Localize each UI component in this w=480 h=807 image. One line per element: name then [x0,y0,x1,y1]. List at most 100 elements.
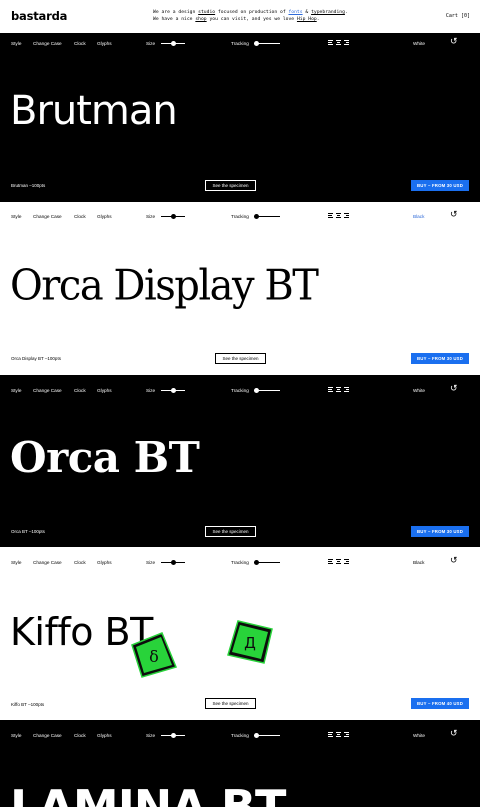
see-specimen-button[interactable]: See the specimen [205,698,256,709]
fonts-link[interactable]: fonts [288,10,302,15]
align-left-icon[interactable] [328,213,333,219]
alignment-controls [328,213,352,231]
glyphs-button[interactable]: Glyphs [97,733,112,738]
style-button[interactable]: Style [11,41,21,46]
buy-button[interactable]: BUY – FROM 30 USD [411,353,469,364]
size-slider[interactable] [161,214,185,219]
glyphs-button[interactable]: Glyphs [97,560,112,565]
align-left-icon[interactable] [328,559,333,565]
size-slider-handle[interactable] [171,733,176,738]
tagline-text: . [344,10,348,15]
reset-icon[interactable]: ↺ [450,37,458,46]
see-specimen-button[interactable]: See the specimen [215,353,266,364]
align-left-icon[interactable] [328,40,333,46]
buy-button[interactable]: BUY – FROM 40 USD [411,698,469,709]
align-right-icon[interactable] [344,40,349,46]
see-specimen-button[interactable]: See the specimen [205,526,256,537]
glyphs-button[interactable]: Glyphs [97,388,112,393]
tracking-slider-handle[interactable] [254,388,259,393]
change-case-button[interactable]: Change Case [33,41,62,46]
clock-button[interactable]: Clock [74,41,86,46]
size-label: Size [146,388,156,393]
tagline-text: you can visit, and yes we love [206,17,297,22]
cart-link[interactable]: Cart [0] [446,13,470,19]
font-specimen[interactable]: Orca Display BT [10,265,319,307]
shop-link[interactable]: shop [195,17,206,22]
typebranding-link[interactable]: typebranding [311,10,345,15]
align-right-icon[interactable] [344,213,349,219]
theme-toggle[interactable]: White [413,388,425,393]
reset-icon[interactable]: ↺ [450,210,458,219]
font-toolbar: Style Change Case Clock Glyphs Size Trac… [0,552,480,572]
clock-button[interactable]: Clock [74,733,86,738]
glyph-badge-delta: δ [131,632,178,678]
tracking-slider[interactable] [254,388,280,393]
glyphs-button[interactable]: Glyphs [97,214,112,219]
size-slider-handle[interactable] [171,560,176,565]
tracking-slider[interactable] [254,214,280,219]
clock-button[interactable]: Clock [74,560,86,565]
size-slider-handle[interactable] [171,388,176,393]
size-slider[interactable] [161,733,185,738]
align-right-icon[interactable] [344,387,349,393]
size-slider[interactable] [161,560,185,565]
specimen-caption: Orca Display BT –100pts [11,356,61,361]
hip-hop-link[interactable]: Hip Hop [297,17,317,22]
theme-toggle[interactable]: Black [413,560,424,565]
glyphs-button[interactable]: Glyphs [97,41,112,46]
size-slider[interactable] [161,41,185,46]
tracking-slider[interactable] [254,733,280,738]
size-label: Size [146,733,156,738]
style-button[interactable]: Style [11,388,21,393]
align-center-icon[interactable] [336,40,341,46]
see-specimen-button[interactable]: See the specimen [205,180,256,191]
clock-button[interactable]: Clock [74,214,86,219]
site-header: bastarda We are a design studio focused … [0,0,480,33]
change-case-button[interactable]: Change Case [33,560,62,565]
theme-toggle[interactable]: White [413,733,425,738]
specimen-caption: Kiffo BT –100pts [11,702,45,707]
align-left-icon[interactable] [328,387,333,393]
tracking-label: Tracking [231,560,249,565]
style-button[interactable]: Style [11,214,21,219]
align-left-icon[interactable] [328,732,333,738]
tracking-slider[interactable] [254,41,280,46]
clock-button[interactable]: Clock [74,388,86,393]
tracking-slider-handle[interactable] [254,41,259,46]
font-specimen[interactable]: LAMINA BT [10,784,286,807]
tracking-slider-handle[interactable] [254,733,259,738]
alignment-controls [328,40,352,58]
style-button[interactable]: Style [11,560,21,565]
buy-button[interactable]: BUY – FROM 30 USD [411,526,469,537]
font-toolbar: Style Change Case Clock Glyphs Size Trac… [0,725,480,745]
tagline-text: & [302,10,312,15]
size-slider-handle[interactable] [171,41,176,46]
theme-toggle[interactable]: Black [413,214,424,219]
buy-button[interactable]: BUY – FROM 30 USD [411,180,469,191]
align-center-icon[interactable] [336,387,341,393]
reset-icon[interactable]: ↺ [450,384,458,393]
tracking-slider-handle[interactable] [254,214,259,219]
align-center-icon[interactable] [336,559,341,565]
size-slider-handle[interactable] [171,214,176,219]
font-specimen[interactable]: Orca BT [10,437,200,479]
alignment-controls [328,732,352,750]
size-slider[interactable] [161,388,185,393]
align-center-icon[interactable] [336,213,341,219]
align-center-icon[interactable] [336,732,341,738]
reset-icon[interactable]: ↺ [450,556,458,565]
change-case-button[interactable]: Change Case [33,214,62,219]
theme-toggle[interactable]: White [413,41,425,46]
change-case-button[interactable]: Change Case [33,733,62,738]
align-right-icon[interactable] [344,559,349,565]
studio-link[interactable]: studio [198,10,215,15]
size-label: Size [146,214,156,219]
change-case-button[interactable]: Change Case [33,388,62,393]
logo[interactable]: bastarda [11,9,67,23]
tracking-slider[interactable] [254,560,280,565]
reset-icon[interactable]: ↺ [450,729,458,738]
align-right-icon[interactable] [344,732,349,738]
font-specimen[interactable]: Brutman [10,91,178,131]
style-button[interactable]: Style [11,733,21,738]
tracking-slider-handle[interactable] [254,560,259,565]
